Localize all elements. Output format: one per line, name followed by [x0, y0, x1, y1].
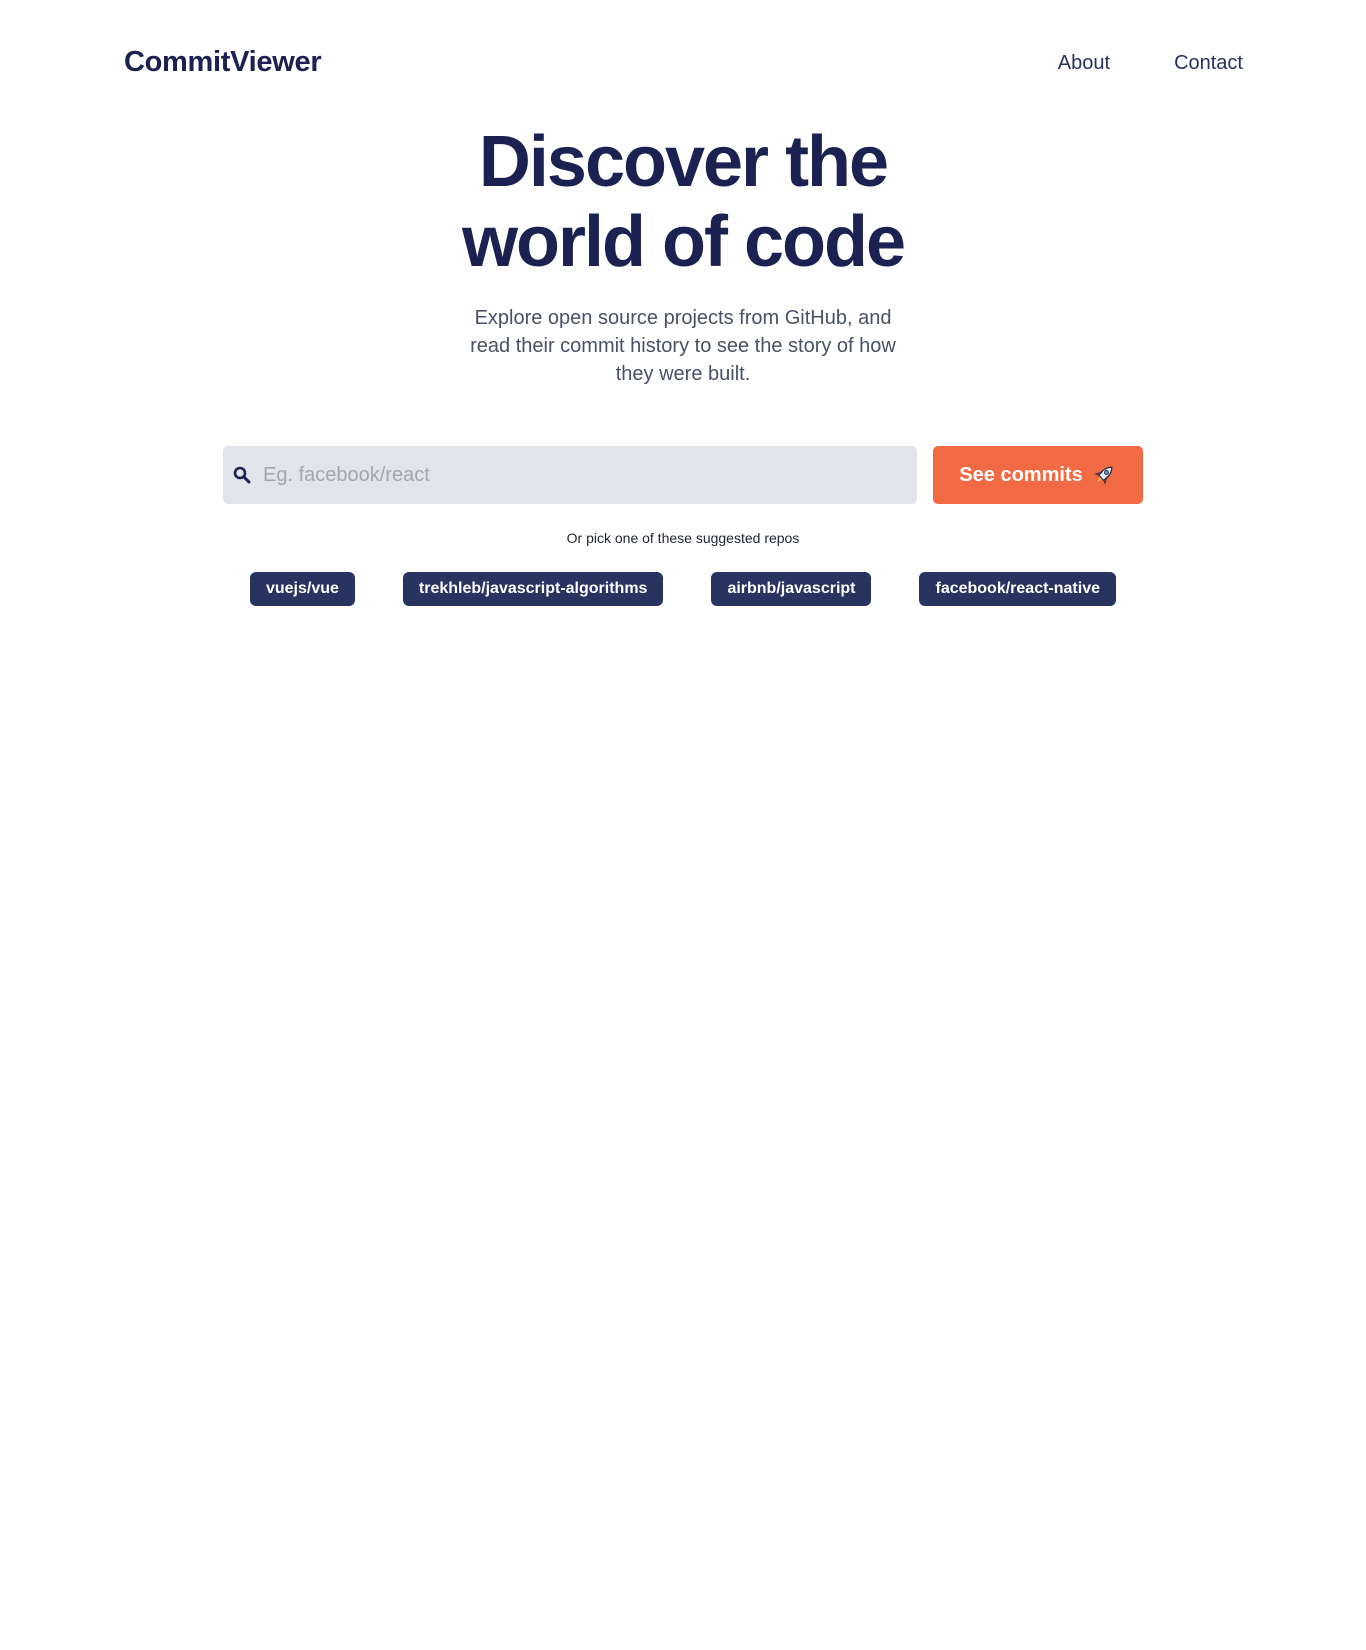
logo[interactable]: CommitViewer: [124, 46, 322, 79]
search-icon: [233, 466, 251, 484]
hero-title: Discover the world of code: [462, 122, 906, 282]
suggestions-label: Or pick one of these suggested repos: [566, 530, 800, 546]
repo-chip-react-native[interactable]: facebook/react-native: [919, 572, 1116, 606]
nav-about-link[interactable]: About: [1058, 52, 1110, 75]
main-nav: About Contact: [1058, 52, 1243, 75]
hero-section: Discover the world of code Explore open …: [0, 122, 1366, 388]
see-commits-button[interactable]: See commits: [933, 446, 1143, 504]
see-commits-label: See commits: [959, 463, 1083, 486]
suggested-repos: vuejs/vue trekhleb/javascript-algorithms…: [0, 572, 1366, 606]
repo-chip-vuejs-vue[interactable]: vuejs/vue: [249, 572, 355, 606]
search-row: See commits: [223, 446, 1143, 504]
site-header: CommitViewer About Contact: [0, 0, 1366, 130]
search-input[interactable]: [263, 446, 917, 504]
repo-chip-javascript-algorithms[interactable]: trekhleb/javascript-algorithms: [402, 572, 664, 606]
rocket-icon: [1091, 462, 1117, 488]
hero-subtitle: Explore open source projects from GitHub…: [470, 307, 896, 385]
repo-chip-airbnb-javascript[interactable]: airbnb/javascript: [711, 572, 872, 606]
nav-contact-link[interactable]: Contact: [1174, 52, 1243, 75]
search-box: [223, 446, 917, 504]
